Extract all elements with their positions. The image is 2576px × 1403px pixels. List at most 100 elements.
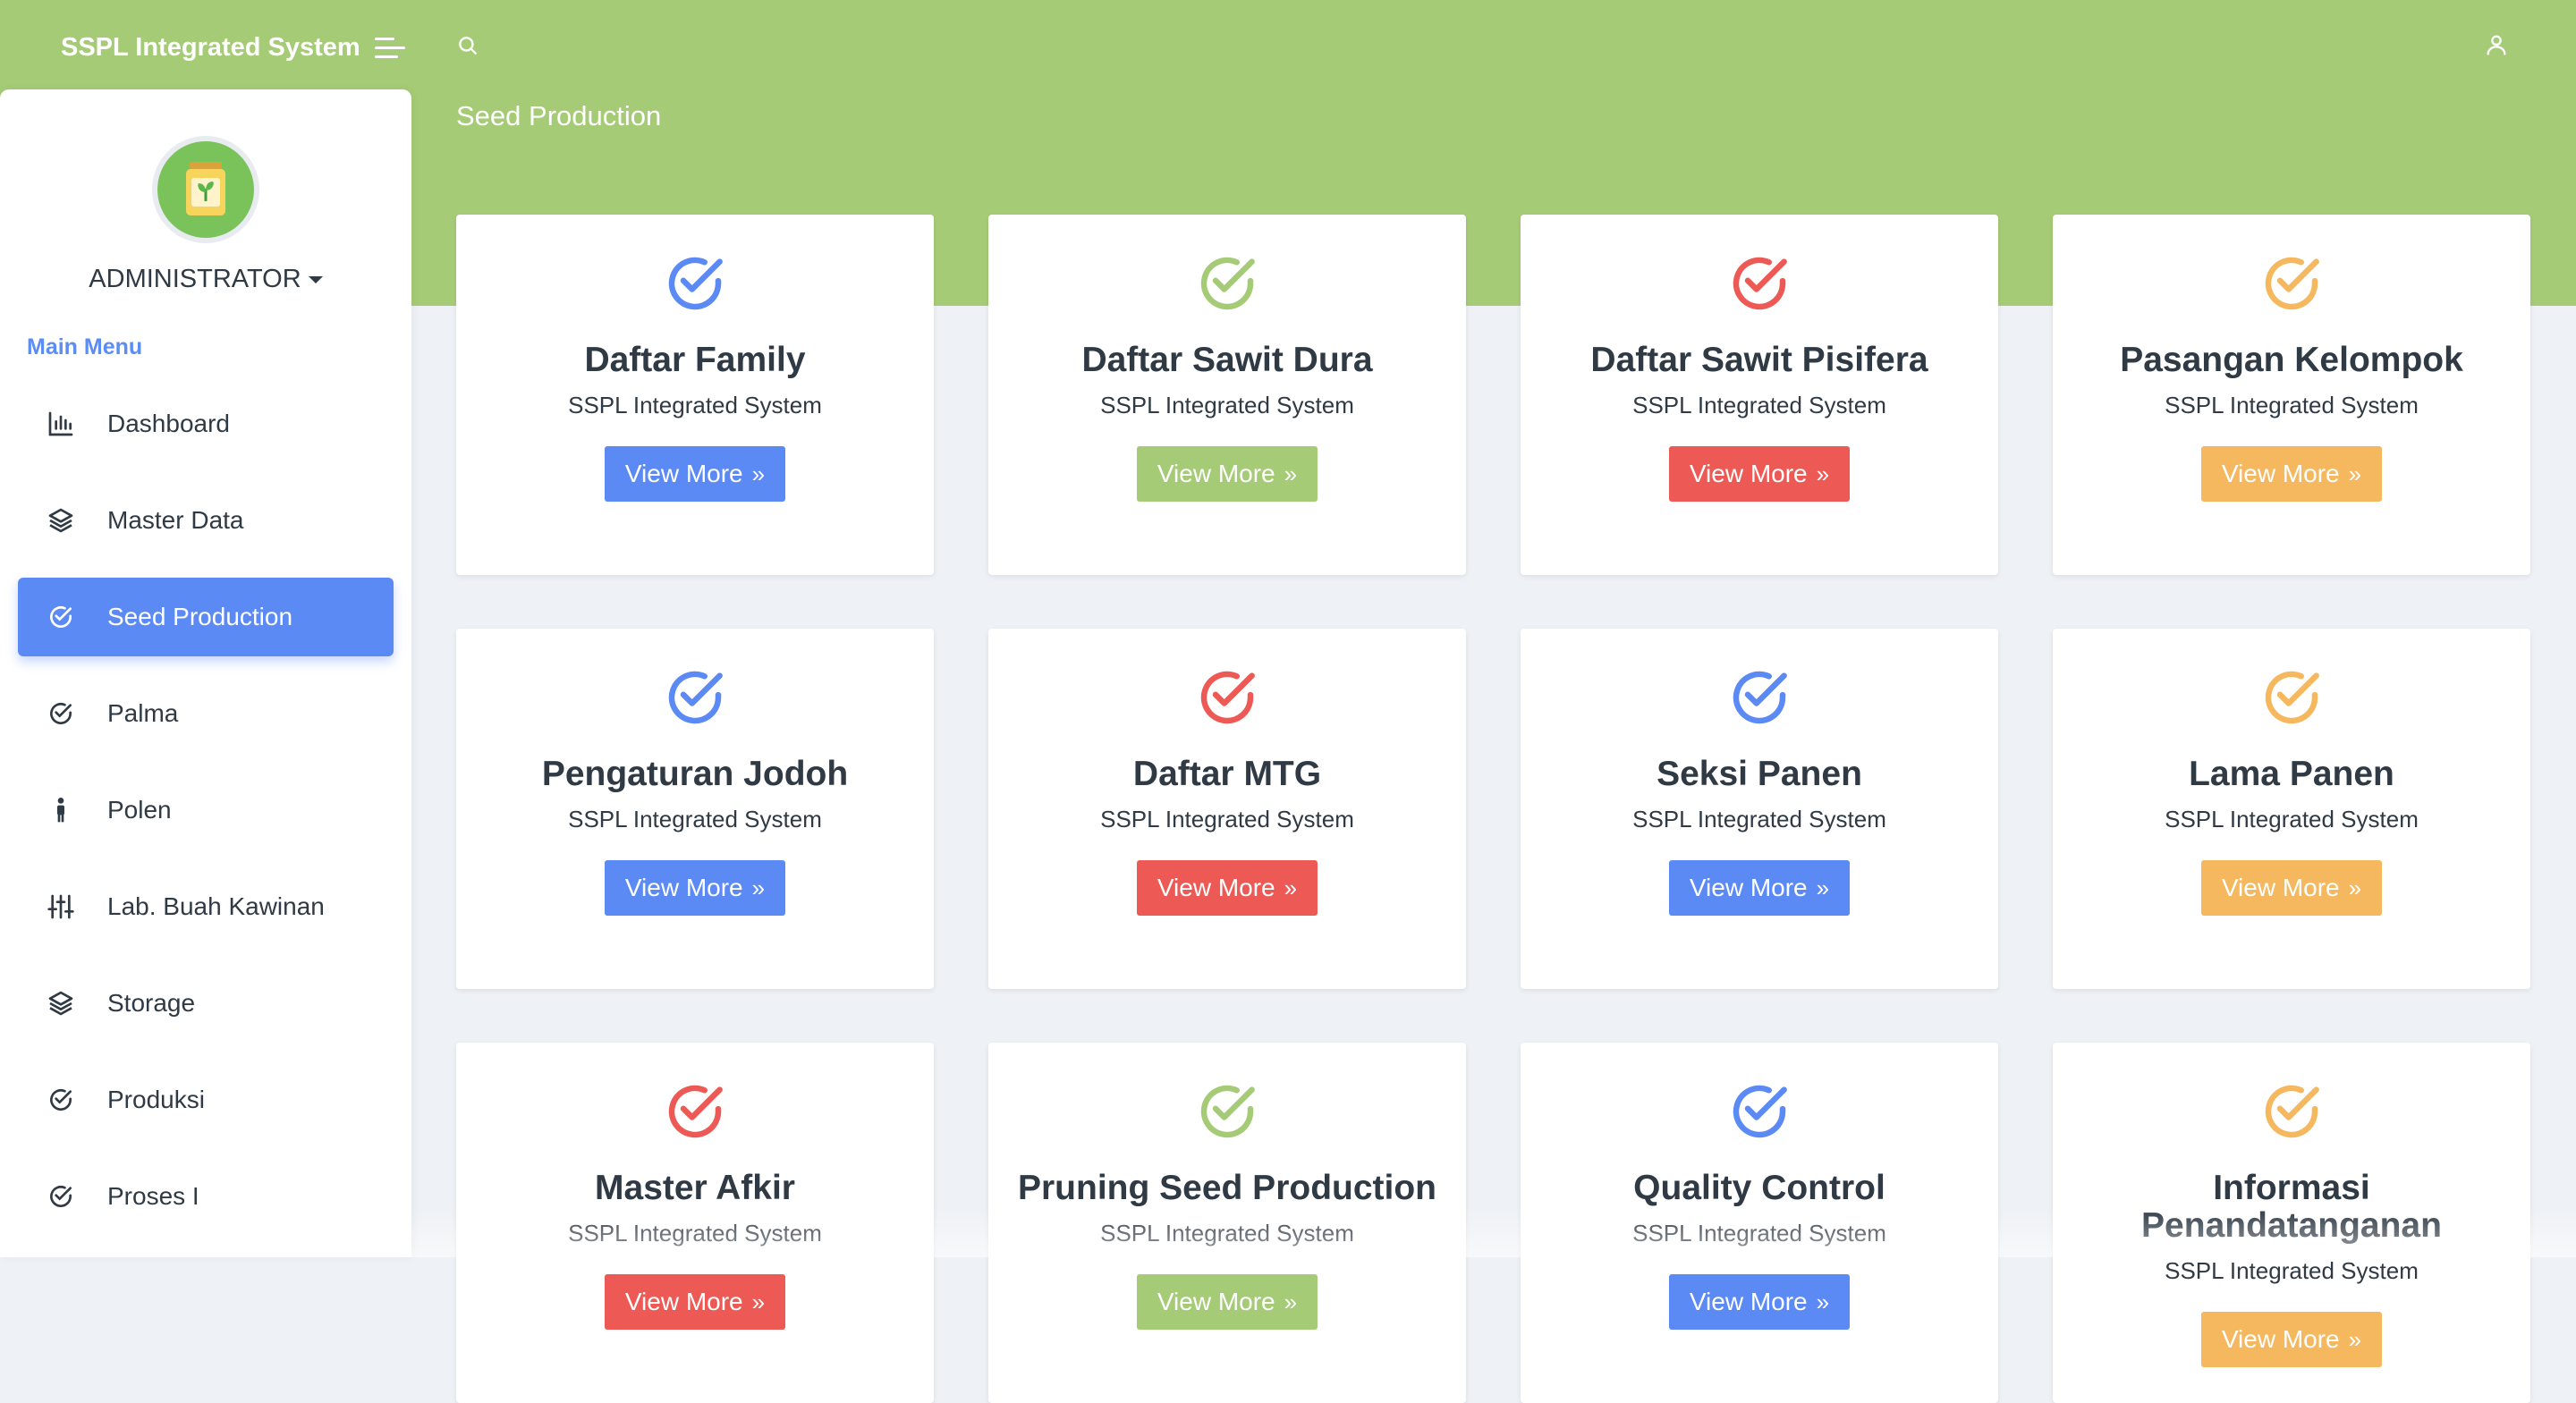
user-profile-icon[interactable] — [2484, 32, 2509, 62]
module-card: Pasangan Kelompok SSPL Integrated System V… — [2053, 215, 2530, 575]
view-more-button[interactable]: View More » — [2201, 860, 2382, 916]
view-more-button[interactable]: View More » — [605, 860, 785, 916]
view-more-label: View More — [1689, 460, 1808, 487]
check-circle-icon — [50, 703, 72, 724]
card-subtitle: SSPL Integrated System — [568, 806, 822, 833]
chart-icon — [48, 411, 73, 436]
sidebar-menu: Dashboard Master Data Seed Production Pa… — [18, 385, 394, 1254]
card-subtitle: SSPL Integrated System — [1632, 1220, 1886, 1247]
menu-toggle-icon[interactable] — [374, 37, 405, 58]
card-subtitle: SSPL Integrated System — [1100, 806, 1354, 833]
check-circle-icon — [668, 671, 723, 724]
card-subtitle: SSPL Integrated System — [1100, 1220, 1354, 1247]
view-more-button[interactable]: View More » — [1669, 446, 1850, 502]
view-more-label: View More — [1689, 1288, 1808, 1315]
sidebar-item-produksi[interactable]: Produksi — [18, 1061, 394, 1139]
sidebar-item-label: Dashboard — [107, 410, 230, 437]
page-title: Seed Production — [456, 100, 662, 131]
module-card: Daftar Sawit Dura SSPL Integrated System V… — [988, 215, 1466, 575]
double-chevron-right-icon: » — [2348, 874, 2362, 901]
layers-icon — [48, 991, 73, 1016]
view-more-button[interactable]: View More » — [605, 446, 785, 502]
sidebar-item-polen[interactable]: Polen — [18, 771, 394, 849]
user-name: ADMINISTRATOR — [89, 265, 301, 293]
card-title: Seksi Panen — [1657, 755, 1862, 793]
card-subtitle: SSPL Integrated System — [568, 1220, 822, 1247]
view-more-button[interactable]: View More » — [2201, 446, 2382, 502]
sidebar-item-proses-i[interactable]: Proses I — [18, 1157, 394, 1236]
card-title: Daftar Family — [584, 341, 806, 379]
view-more-label: View More — [624, 460, 743, 487]
double-chevron-right-icon: » — [751, 1288, 766, 1315]
sidebar-item-dashboard[interactable]: Dashboard — [18, 385, 394, 463]
sidebar-item-storage[interactable]: Storage — [18, 964, 394, 1043]
card-title: Informasi Penandatanganan — [2141, 1169, 2442, 1245]
sidebar-item-seed-production[interactable]: Seed Production — [18, 578, 394, 656]
module-card: Lama Panen SSPL Integrated System View Mor… — [2053, 629, 2530, 989]
check-circle-icon — [1200, 671, 1255, 724]
card-subtitle: SSPL Integrated System — [1632, 392, 1886, 418]
view-more-button[interactable]: View More » — [2201, 1312, 2382, 1367]
sidebar-item-lab-buah-kawinan[interactable]: Lab. Buah Kawinan — [18, 867, 394, 946]
sidebar: ADMINISTRATOR Main Menu Dashboard Master… — [0, 89, 411, 1257]
view-more-button[interactable]: View More » — [1137, 1274, 1318, 1330]
double-chevron-right-icon: » — [751, 874, 766, 901]
card-title: Daftar Sawit Pisifera — [1590, 341, 1928, 379]
view-more-button[interactable]: View More » — [605, 1274, 785, 1330]
brand: SSPL Integrated System — [61, 30, 405, 65]
view-more-label: View More — [2221, 1325, 2340, 1353]
sidebar-item-label: Proses I — [107, 1182, 199, 1210]
card-subtitle: SSPL Integrated System — [1100, 392, 1354, 418]
double-chevron-right-icon: » — [1284, 1288, 1298, 1315]
sidebar-item-master-data[interactable]: Master Data — [18, 481, 394, 560]
card-subtitle: SSPL Integrated System — [568, 392, 822, 418]
card-subtitle: SSPL Integrated System — [2165, 1257, 2419, 1284]
module-card: Daftar Family SSPL Integrated System View … — [456, 215, 934, 575]
card-title: Pengaturan Jodoh — [541, 755, 849, 793]
card-title: Quality Control — [1633, 1169, 1885, 1207]
check-circle-icon — [50, 1186, 72, 1207]
double-chevron-right-icon: » — [1816, 1288, 1830, 1315]
module-card: Daftar Sawit Pisifera SSPL Integrated Sys… — [1521, 215, 1998, 575]
sidebar-item-palma[interactable]: Palma — [18, 674, 394, 753]
card-subtitle: SSPL Integrated System — [1632, 806, 1886, 833]
view-more-label: View More — [2221, 460, 2340, 487]
search-icon[interactable] — [456, 34, 479, 62]
check-circle-icon — [1733, 671, 1787, 724]
double-chevron-right-icon: » — [2348, 1325, 2362, 1353]
module-card: Daftar MTG SSPL Integrated System View Mor… — [988, 629, 1466, 989]
view-more-button[interactable]: View More » — [1669, 1274, 1850, 1330]
view-more-button[interactable]: View More » — [1669, 860, 1850, 916]
view-more-label: View More — [1157, 460, 1275, 487]
check-circle-icon — [2265, 1085, 2319, 1138]
layers-icon — [48, 508, 73, 533]
double-chevron-right-icon: » — [1816, 874, 1830, 901]
card-subtitle: SSPL Integrated System — [2165, 392, 2419, 418]
user-menu[interactable]: ADMINISTRATOR — [0, 265, 411, 294]
caret-down-icon — [308, 276, 323, 284]
module-card: Pruning Seed Production SSPL Integrated S… — [988, 1043, 1466, 1403]
check-circle-icon — [1733, 257, 1787, 310]
check-circle-icon — [50, 1089, 72, 1111]
view-more-label: View More — [624, 1288, 743, 1315]
view-more-label: View More — [1157, 874, 1275, 901]
sidebar-item-label: Produksi — [107, 1086, 205, 1113]
view-more-label: View More — [2221, 874, 2340, 901]
check-circle-icon — [2265, 671, 2319, 724]
double-chevron-right-icon: » — [751, 460, 766, 487]
sidebar-item-label: Storage — [107, 989, 196, 1017]
person-icon — [57, 798, 64, 823]
module-card: Informasi Penandatanganan SSPL Integrated… — [2053, 1043, 2530, 1403]
view-more-button[interactable]: View More » — [1137, 446, 1318, 502]
double-chevron-right-icon: » — [1284, 460, 1298, 487]
module-card-grid: Daftar Family SSPL Integrated System View … — [456, 215, 2531, 1403]
check-circle-icon — [668, 257, 723, 310]
card-title: Pasangan Kelompok — [2120, 341, 2463, 379]
avatar[interactable] — [152, 136, 259, 243]
brand-title: SSPL Integrated System — [61, 32, 360, 62]
module-card: Seksi Panen SSPL Integrated System View Mo… — [1521, 629, 1998, 989]
view-more-label: View More — [1157, 1288, 1275, 1315]
card-title: Daftar Sawit Dura — [1081, 341, 1373, 379]
view-more-label: View More — [1689, 874, 1808, 901]
view-more-button[interactable]: View More » — [1137, 860, 1318, 916]
